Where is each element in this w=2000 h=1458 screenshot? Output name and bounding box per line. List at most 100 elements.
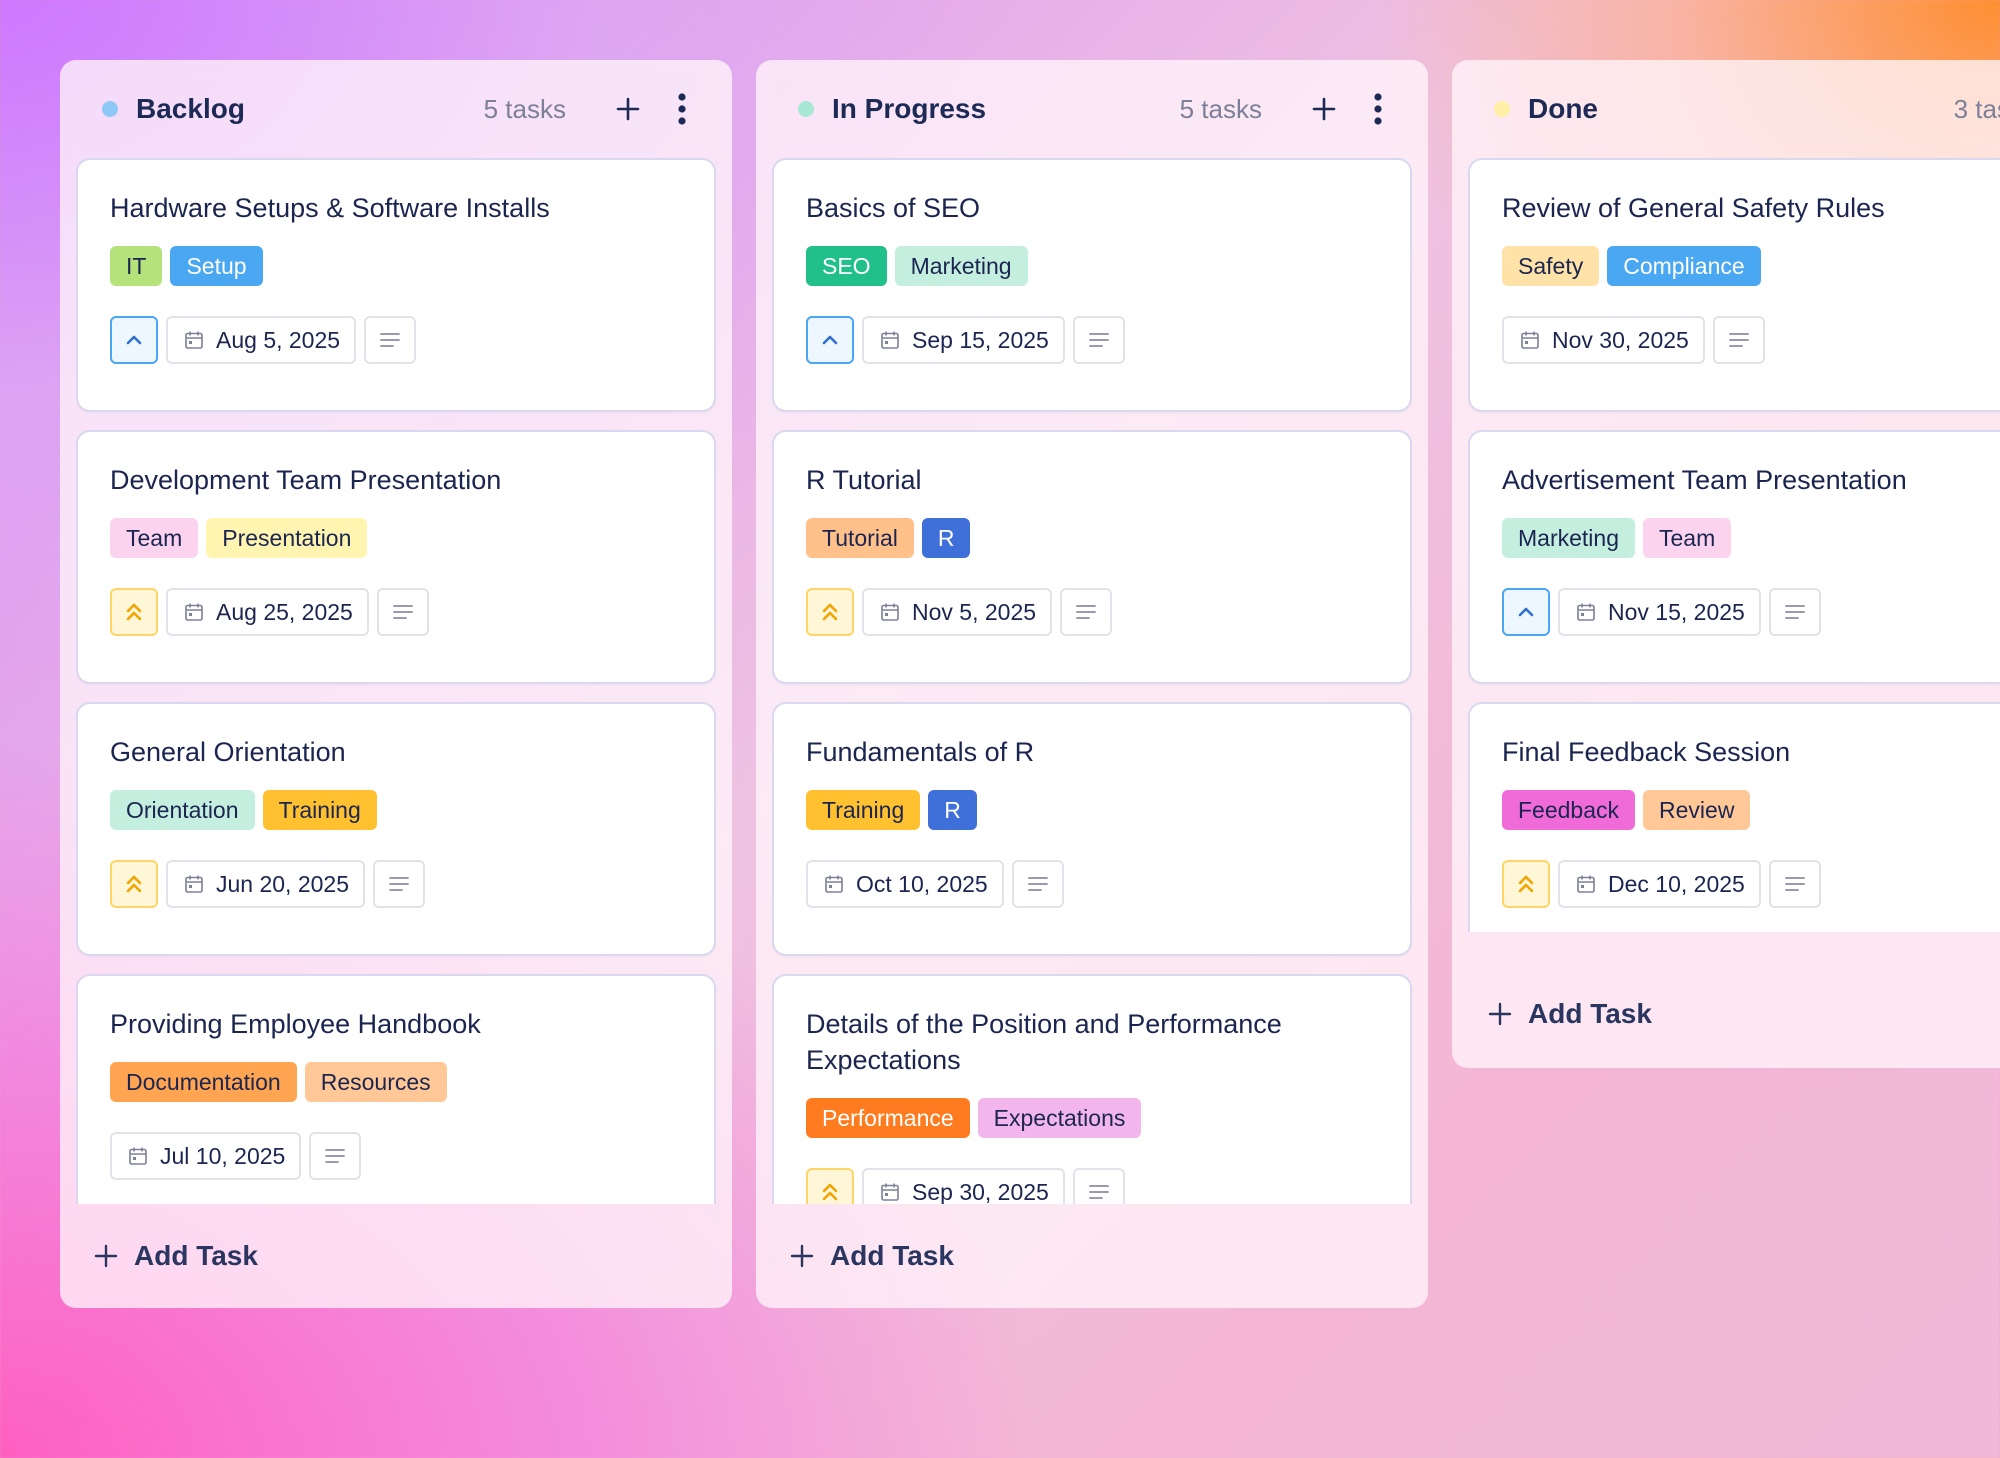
due-date-chip[interactable]: Jun 20, 2025 (166, 860, 366, 908)
task-card[interactable]: General Orientation Orientation Training Ju… (76, 702, 716, 956)
tag-badge[interactable]: IT (110, 246, 163, 286)
description-button[interactable] (1060, 588, 1113, 636)
tag-list: Documentation Resources (110, 1062, 682, 1102)
tag-list: SEO Marketing (806, 246, 1378, 286)
add-card-button[interactable] (1304, 89, 1344, 129)
description-button[interactable] (1011, 860, 1064, 908)
double-chevron-up-icon (822, 1183, 838, 1201)
due-date-chip[interactable]: Nov 15, 2025 (1558, 588, 1761, 636)
due-date-chip[interactable]: Aug 5, 2025 (166, 316, 357, 364)
description-button[interactable] (309, 1132, 362, 1180)
task-card[interactable]: Basics of SEO SEO Marketing Sep 15, 2025 (772, 158, 1412, 412)
due-date: Oct 10, 2025 (856, 870, 988, 897)
column-title: Done (1528, 93, 1598, 124)
column-title: Backlog (136, 93, 245, 124)
priority-indicator[interactable] (1502, 860, 1550, 908)
description-button[interactable] (376, 588, 429, 636)
column-menu-button[interactable] (662, 89, 702, 129)
tag-badge[interactable]: SEO (806, 246, 887, 286)
calendar-icon (1577, 603, 1595, 621)
tag-badge[interactable]: Performance (806, 1098, 970, 1138)
tag-badge[interactable]: Marketing (1502, 518, 1635, 558)
due-date-chip[interactable]: Aug 25, 2025 (166, 588, 369, 636)
due-date: Aug 5, 2025 (216, 326, 341, 353)
priority-indicator[interactable] (806, 1168, 854, 1204)
more-vertical-icon (678, 93, 686, 125)
double-chevron-up-icon (822, 603, 838, 621)
more-vertical-icon (1374, 93, 1382, 125)
tag-list: IT Setup (110, 246, 682, 286)
column-status-dot (798, 101, 814, 117)
priority-indicator[interactable] (806, 588, 854, 636)
tag-badge[interactable]: Review (1643, 790, 1751, 830)
task-meta: Aug 5, 2025 (110, 316, 682, 364)
tag-badge[interactable]: Marketing (894, 246, 1028, 286)
add-task-button[interactable]: Add Task (790, 1240, 954, 1272)
tag-badge[interactable]: Feedback (1502, 790, 1636, 830)
tag-badge[interactable]: Training (806, 790, 921, 830)
description-button[interactable] (1712, 316, 1765, 364)
tag-badge[interactable]: Orientation (110, 790, 255, 830)
tag-badge[interactable]: Compliance (1607, 246, 1761, 286)
tag-badge[interactable]: Team (1642, 518, 1732, 558)
description-button[interactable] (364, 316, 417, 364)
task-card[interactable]: Final Feedback Session Feedback Review Dec … (1468, 702, 2000, 932)
add-task-button[interactable]: Add Task (1488, 998, 1652, 1030)
due-date: Jul 10, 2025 (160, 1142, 286, 1169)
task-meta: Jul 10, 2025 (110, 1132, 682, 1180)
task-card[interactable]: Advertisement Team Presentation Marketing… (1468, 430, 2000, 684)
calendar-icon (185, 331, 203, 349)
task-card[interactable]: Fundamentals of R Training R Oct 10, 2025 (772, 702, 1412, 956)
tag-badge[interactable]: Tutorial (806, 518, 914, 558)
tag-badge[interactable]: R (928, 790, 977, 830)
tag-badge[interactable]: Safety (1502, 246, 1600, 286)
description-button[interactable] (1072, 316, 1125, 364)
description-icon (392, 605, 413, 619)
add-card-button[interactable] (608, 89, 648, 129)
description-button[interactable] (1768, 588, 1821, 636)
task-card[interactable]: R Tutorial Tutorial R Nov 5, 2025 (772, 430, 1412, 684)
priority-indicator[interactable] (110, 316, 158, 364)
tag-badge[interactable]: Presentation (206, 518, 368, 558)
due-date-chip[interactable]: Sep 15, 2025 (862, 316, 1065, 364)
add-task-label: Add Task (830, 1240, 954, 1271)
priority-indicator[interactable] (806, 316, 854, 364)
description-button[interactable] (1072, 1168, 1125, 1204)
task-meta: Oct 10, 2025 (806, 860, 1378, 908)
description-button[interactable] (1768, 860, 1821, 908)
tag-badge[interactable]: Team (110, 518, 199, 558)
due-date-chip[interactable]: Dec 10, 2025 (1558, 860, 1761, 908)
due-date-chip[interactable]: Sep 30, 2025 (862, 1168, 1065, 1204)
tag-badge[interactable]: Documentation (110, 1062, 297, 1102)
due-date-chip[interactable]: Oct 10, 2025 (806, 860, 1004, 908)
due-date: Aug 25, 2025 (216, 598, 353, 625)
task-meta: Nov 15, 2025 (1502, 588, 2000, 636)
tag-badge[interactable]: Training (262, 790, 377, 830)
task-title: Providing Employee Handbook (110, 1009, 481, 1039)
add-task-button[interactable]: Add Task (94, 1240, 258, 1272)
description-button[interactable] (373, 860, 426, 908)
tag-badge[interactable]: Setup (170, 246, 263, 286)
task-card[interactable]: Hardware Setups & Software Installs IT Set… (76, 158, 716, 412)
tag-badge[interactable]: Resources (304, 1062, 447, 1102)
task-title: Hardware Setups & Software Installs (110, 193, 550, 223)
column-backlog: Backlog 5 tasks Hardware Setups & Softwa… (60, 60, 732, 1308)
task-card[interactable]: Details of the Position and Performance … (772, 974, 1412, 1204)
tag-badge[interactable]: Expectations (977, 1098, 1142, 1138)
priority-indicator[interactable] (110, 588, 158, 636)
task-card[interactable]: Development Team Presentation Team Present… (76, 430, 716, 684)
description-icon (1076, 605, 1096, 619)
task-card[interactable]: Review of General Safety Rules Safety Comp… (1468, 158, 2000, 412)
priority-indicator[interactable] (1502, 588, 1550, 636)
task-card[interactable]: Providing Employee Handbook Documentation… (76, 974, 716, 1204)
column-task-count: 3 tasks (1953, 93, 2000, 124)
due-date-chip[interactable]: Jul 10, 2025 (110, 1132, 302, 1180)
tag-list: Feedback Review (1502, 790, 2000, 830)
due-date-chip[interactable]: Nov 30, 2025 (1502, 316, 1705, 364)
chevron-up-icon (126, 335, 142, 345)
priority-indicator[interactable] (110, 860, 158, 908)
tag-badge[interactable]: R (921, 518, 971, 558)
due-date-chip[interactable]: Nov 5, 2025 (862, 588, 1053, 636)
column-menu-button[interactable] (1358, 89, 1398, 129)
calendar-icon (881, 603, 899, 621)
